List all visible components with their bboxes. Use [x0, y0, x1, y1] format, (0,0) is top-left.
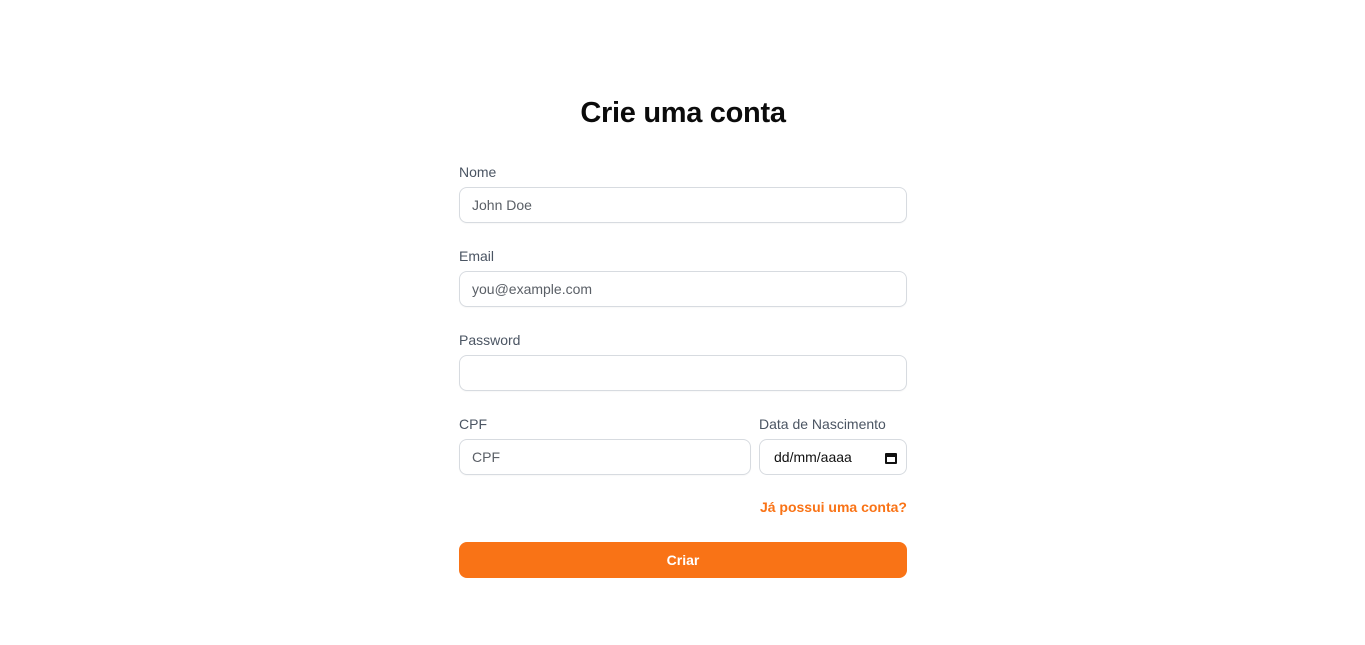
nome-label: Nome: [459, 164, 497, 180]
page-title: Crie uma conta: [580, 97, 786, 129]
cpf-input[interactable]: [459, 439, 751, 475]
cpf-label: CPF: [459, 416, 487, 432]
login-link-row: Já possui uma conta?: [459, 499, 907, 517]
birthdate-label: Data de Nascimento: [759, 416, 886, 432]
birthdate-placeholder: dd/mm/aaaa: [774, 449, 852, 465]
calendar-icon[interactable]: [884, 450, 898, 464]
email-label: Email: [459, 248, 495, 264]
signup-page: Crie uma conta Nome Email Password CPF D…: [0, 0, 1365, 645]
birthdate-field-group: Data de Nascimento dd/mm/aaaa: [759, 415, 907, 475]
create-account-button[interactable]: Criar: [459, 542, 907, 578]
email-input[interactable]: [459, 271, 907, 307]
signup-form: Crie uma conta Nome Email Password CPF D…: [459, 93, 907, 578]
login-link[interactable]: Já possui uma conta?: [760, 499, 907, 515]
nome-input[interactable]: [459, 187, 907, 223]
email-field-group: Email: [459, 247, 907, 307]
cpf-field-group: CPF: [459, 415, 751, 475]
password-field-group: Password: [459, 331, 907, 391]
nome-field-group: Nome: [459, 163, 907, 223]
password-label: Password: [459, 332, 521, 348]
cpf-birthdate-row: CPF Data de Nascimento dd/mm/aaaa: [459, 415, 907, 475]
birthdate-input[interactable]: dd/mm/aaaa: [759, 439, 907, 475]
password-input[interactable]: [459, 355, 907, 391]
